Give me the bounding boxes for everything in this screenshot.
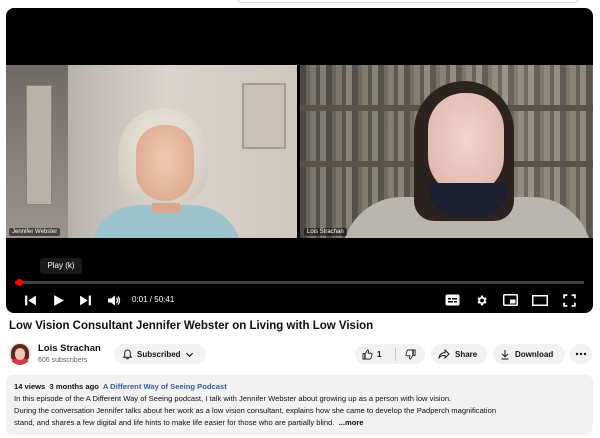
- more-actions-button[interactable]: [570, 344, 592, 364]
- top-edge-pill: [238, 0, 578, 3]
- participant-feed-left: Jennifer Webster: [6, 65, 297, 238]
- participant-name-tag-right: Lois Strachan: [304, 228, 347, 236]
- theater-mode-button[interactable]: [530, 290, 550, 310]
- download-label: Download: [515, 349, 554, 359]
- description-text: stand, and shares a few digital and life…: [14, 418, 335, 427]
- miniplayer-button[interactable]: [500, 290, 520, 310]
- duration: 50:41: [154, 295, 175, 304]
- view-count: 14 views: [14, 382, 46, 391]
- captions-button[interactable]: [442, 290, 462, 310]
- dislike-button[interactable]: [396, 344, 425, 364]
- show-more-link[interactable]: ...more: [339, 418, 364, 427]
- chevron-down-icon: [185, 352, 193, 357]
- fullscreen-icon: [562, 293, 576, 307]
- theater-mode-icon: [532, 294, 548, 306]
- fullscreen-button[interactable]: [559, 290, 579, 310]
- miniplayer-icon: [502, 294, 518, 306]
- description-meta: 14 views 3 months ago A Different Way of…: [14, 381, 585, 393]
- skip-next-button[interactable]: [75, 290, 95, 310]
- door: [26, 85, 52, 205]
- description-box[interactable]: 14 views 3 months ago A Different Way of…: [6, 375, 593, 435]
- video-title: Low Vision Consultant Jennifer Webster o…: [9, 320, 374, 332]
- skip-next-icon: [79, 295, 91, 305]
- description-line-last: stand, and shares a few digital and life…: [14, 417, 585, 429]
- like-dislike-group: 1: [355, 344, 425, 364]
- channel-avatar[interactable]: [9, 343, 31, 365]
- like-count: 1: [377, 349, 382, 359]
- scrubber-handle[interactable]: [16, 279, 23, 286]
- participant-feed-right: Lois Strachan: [300, 65, 593, 238]
- subscribed-label: Subscribed: [137, 349, 181, 359]
- more-horizontal-icon: [575, 352, 587, 356]
- current-time: 0:01: [132, 295, 148, 304]
- download-icon: [501, 349, 509, 359]
- volume-button[interactable]: [104, 290, 124, 310]
- volume-icon: [108, 295, 121, 305]
- download-button[interactable]: Download: [493, 344, 565, 364]
- captions-icon: [445, 294, 459, 306]
- gear-icon: [476, 295, 487, 305]
- top-strip: [0, 0, 600, 8]
- podcast-tag[interactable]: A Different Way of Seeing Podcast: [103, 382, 227, 391]
- share-button[interactable]: Share: [431, 344, 487, 364]
- thumbs-down-icon: [405, 349, 416, 359]
- play-tooltip: Play (k): [40, 258, 82, 274]
- description-line: During the conversation Jennifer talks a…: [14, 406, 497, 415]
- progress-bar[interactable]: [15, 279, 584, 286]
- channel-name[interactable]: Lois Strachan: [38, 343, 101, 354]
- time-display: 0:01 / 50:41: [132, 295, 175, 304]
- settings-button[interactable]: [471, 290, 491, 310]
- share-label: Share: [455, 349, 478, 359]
- player-controls: 0:01 / 50:41: [6, 288, 593, 313]
- bell-icon: [122, 348, 133, 359]
- play-button[interactable]: [48, 290, 68, 310]
- upload-age: 3 months ago: [49, 382, 99, 391]
- share-icon: [438, 349, 450, 359]
- video-player[interactable]: Jennifer Webster Lois Strachan Play (k): [6, 8, 593, 313]
- description-line: In this episode of the A Different Way o…: [14, 394, 452, 403]
- wall-frame: [242, 83, 286, 149]
- skip-previous-icon: [24, 295, 36, 305]
- thumbs-up-icon: [362, 349, 373, 359]
- like-button[interactable]: 1: [355, 344, 395, 364]
- subscribed-button[interactable]: Subscribed: [114, 344, 206, 364]
- participant-name-tag-left: Jennifer Webster: [9, 228, 61, 236]
- play-icon: [53, 294, 64, 306]
- skip-previous-button[interactable]: [20, 290, 40, 310]
- subscriber-count: 606 subscribers: [38, 357, 88, 364]
